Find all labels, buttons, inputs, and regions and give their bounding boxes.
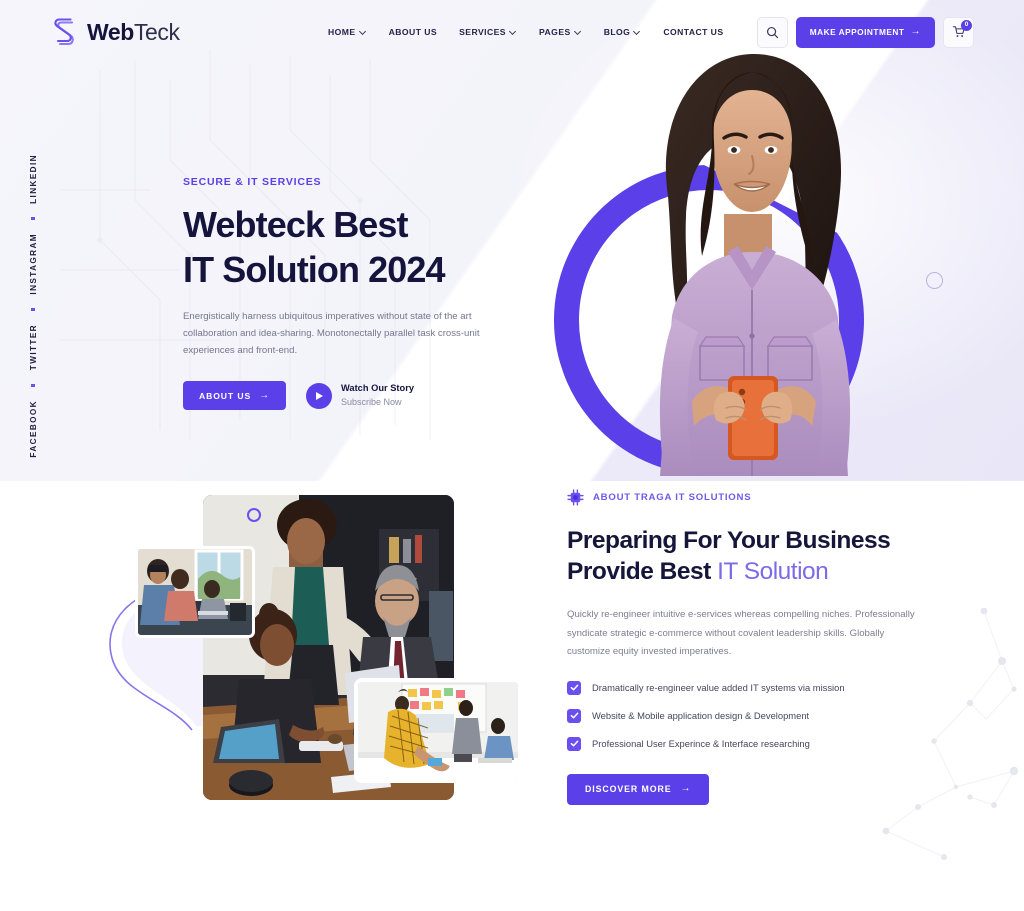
- watch-story-texts: Watch Our Story Subscribe Now: [341, 383, 414, 408]
- hero-title: Webteck Best IT Solution 2024: [183, 202, 543, 292]
- social-separator-dot: [31, 307, 35, 312]
- checklist-item-label: Website & Mobile application design & De…: [592, 710, 810, 721]
- about-copy-block: ABOUT TRAGA IT SOLUTIONS Preparing For Y…: [567, 489, 947, 805]
- cart-count-badge: 0: [961, 19, 972, 31]
- discover-more-label: DISCOVER MORE: [585, 784, 672, 794]
- about-title-line2-accent: IT Solution: [717, 558, 829, 585]
- hero-copy-block: SECURE & IT SERVICES Webteck Best IT Sol…: [183, 176, 543, 410]
- colleagues-at-window-desk-photo: [138, 549, 252, 635]
- about-top-left-photo: [135, 546, 255, 638]
- play-button-icon[interactable]: [305, 382, 332, 409]
- social-link-twitter[interactable]: TWITTER: [29, 320, 38, 374]
- hero-title-line1: Webteck Best: [183, 204, 409, 245]
- about-section: ABOUT TRAGA IT SOLUTIONS Preparing For Y…: [0, 481, 1024, 911]
- webteck-s-logo-icon: [54, 18, 74, 46]
- nav-item-contact-us[interactable]: CONTACT US: [663, 27, 723, 37]
- search-icon: [766, 26, 778, 38]
- about-title: Preparing For Your Business Provide Best…: [567, 525, 947, 587]
- social-link-instagram[interactable]: INSTAGRAM: [29, 229, 38, 299]
- social-link-linkedin[interactable]: LINKEDIN: [29, 150, 38, 208]
- check-icon: [567, 736, 581, 751]
- chevron-down-icon: [360, 28, 367, 35]
- nav-item-blog[interactable]: BLOG: [604, 27, 642, 37]
- header-actions: MAKE APPOINTMENT → 0: [756, 16, 974, 48]
- about-description: Quickly re-engineer intuitive e-services…: [567, 609, 915, 657]
- hero-about-us-button[interactable]: ABOUT US →: [183, 381, 286, 410]
- nav-label-about-us: ABOUT US: [388, 27, 438, 37]
- hero-eyebrow: SECURE & IT SERVICES: [183, 176, 322, 188]
- hero-section: WebTeck HOME ABOUT US SERVICES PAGES BLO…: [0, 0, 1024, 481]
- brand-name: WebTeck: [87, 19, 180, 46]
- small-circle-decoration: [926, 272, 943, 289]
- nav-item-pages[interactable]: PAGES: [539, 27, 582, 37]
- about-title-line1: Preparing For Your Business: [567, 527, 891, 554]
- about-image-collage: [135, 489, 535, 809]
- brand-name-part1: Web: [87, 18, 134, 45]
- make-appointment-label: MAKE APPOINTMENT: [809, 27, 905, 37]
- social-separator-dot: [31, 383, 35, 388]
- chevron-down-icon: [634, 28, 641, 35]
- search-button[interactable]: [756, 16, 788, 48]
- checklist-item: Dramatically re-engineer value added IT …: [567, 680, 947, 695]
- about-title-line2: Provide Best IT Solution: [567, 556, 947, 587]
- watch-story-subtitle: Subscribe Now: [340, 396, 402, 407]
- nav-item-services[interactable]: SERVICES: [459, 27, 517, 37]
- check-icon: [567, 708, 581, 723]
- discover-more-button[interactable]: DISCOVER MORE →: [567, 773, 710, 805]
- about-bottom-right-photo: [354, 678, 522, 783]
- cpu-chip-icon: [567, 489, 584, 506]
- arrow-right-icon: →: [680, 783, 692, 794]
- mini-ring-decoration: [247, 508, 261, 522]
- checklist-item: Website & Mobile application design & De…: [567, 708, 947, 723]
- social-links-rail: LINKEDIN INSTAGRAM TWITTER FACEBOOK: [22, 150, 44, 462]
- social-link-facebook[interactable]: FACEBOOK: [29, 396, 38, 462]
- brand-name-part2: Teck: [133, 18, 180, 45]
- smiling-woman-holding-phone-photo: [659, 53, 851, 476]
- hero-photo: [616, 46, 886, 476]
- hero-title-line2: IT Solution 2024: [183, 249, 446, 290]
- brand-logo[interactable]: WebTeck: [52, 17, 180, 47]
- hero-visual: [540, 46, 980, 481]
- nav-label-contact-us: CONTACT US: [663, 27, 724, 37]
- chevron-down-icon: [510, 28, 517, 35]
- checklist-item: Professional User Experince & Interface …: [567, 736, 947, 751]
- watch-story-group[interactable]: Watch Our Story Subscribe Now: [305, 382, 414, 409]
- about-title-line2-dark: Provide Best: [567, 558, 718, 585]
- make-appointment-button[interactable]: MAKE APPOINTMENT →: [795, 16, 935, 48]
- check-icon: [567, 680, 581, 695]
- hero-about-us-label: ABOUT US: [199, 390, 252, 401]
- nav-label-pages: PAGES: [538, 27, 571, 37]
- nav-item-home[interactable]: HOME: [328, 27, 367, 37]
- social-separator-dot: [31, 216, 35, 221]
- chevron-down-icon: [575, 28, 582, 35]
- about-eyebrow-label: ABOUT TRAGA IT SOLUTIONS: [593, 492, 752, 503]
- about-eyebrow-row: ABOUT TRAGA IT SOLUTIONS: [567, 489, 947, 506]
- watch-story-title: Watch Our Story: [340, 383, 414, 394]
- page-root: WebTeck HOME ABOUT US SERVICES PAGES BLO…: [0, 0, 1024, 911]
- whiteboard-brainstorm-session-photo: [358, 682, 518, 779]
- about-checklist: Dramatically re-engineer value added IT …: [567, 680, 947, 751]
- checklist-item-label: Dramatically re-engineer value added IT …: [592, 682, 845, 693]
- top-navigation-bar: WebTeck HOME ABOUT US SERVICES PAGES BLO…: [0, 0, 1024, 64]
- nav-item-about-us[interactable]: ABOUT US: [389, 27, 437, 37]
- hero-cta-group: ABOUT US → Watch Our Story Subscribe Now: [183, 381, 543, 410]
- checklist-item-label: Professional User Experince & Interface …: [592, 738, 810, 749]
- main-menu: HOME ABOUT US SERVICES PAGES BLOG CONTAC…: [328, 27, 724, 37]
- arrow-right-icon: →: [910, 26, 921, 37]
- nav-label-home: HOME: [328, 27, 356, 37]
- arrow-right-icon: →: [259, 389, 270, 401]
- hero-description: Energistically harness ubiquitous impera…: [183, 311, 480, 356]
- cart-button[interactable]: 0: [943, 16, 974, 48]
- nav-label-services: SERVICES: [459, 27, 506, 37]
- nav-label-blog: BLOG: [603, 27, 631, 37]
